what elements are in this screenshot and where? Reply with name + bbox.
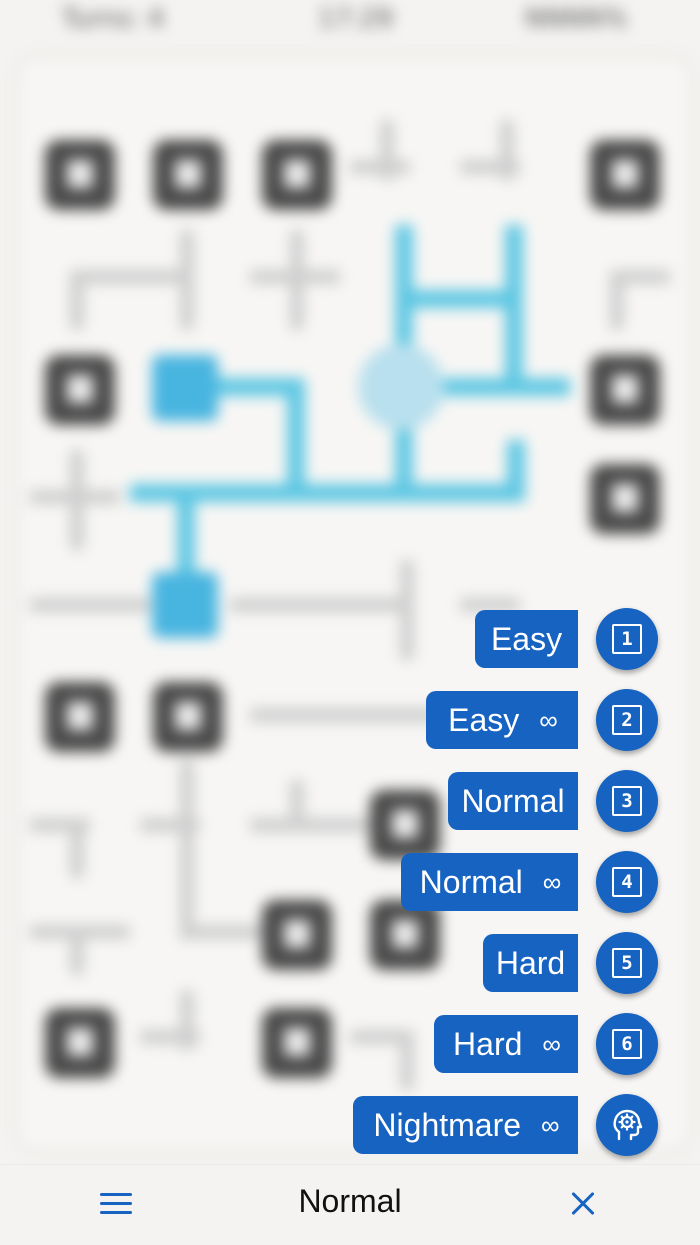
board-tile	[45, 140, 115, 210]
difficulty-label: Easy	[448, 701, 520, 738]
pipe-segment	[250, 708, 450, 722]
head-gear-icon	[613, 1109, 643, 1141]
infinity-icon: ∞	[539, 704, 557, 735]
difficulty-option-normal[interactable]: Normal	[448, 772, 578, 830]
difficulty-option-nightmare-infinite[interactable]: Nightmare ∞	[353, 1096, 578, 1154]
difficulty-option-hard[interactable]: Hard	[483, 934, 578, 992]
game-board-background: Turns: 4 17:29 NNNN%	[0, 0, 700, 1170]
pipe-segment	[180, 230, 194, 330]
difficulty-label: Normal	[461, 782, 565, 819]
pipe-segment	[30, 598, 150, 612]
board-tile	[45, 682, 115, 752]
difficulty-button-2[interactable]: 2	[596, 689, 658, 751]
bottom-bar: Normal	[0, 1164, 700, 1245]
turns-counter: Turns: 4	[62, 4, 165, 34]
infinity-icon: ∞	[542, 1028, 560, 1059]
pipe-segment	[460, 160, 520, 174]
pipe-segment	[70, 450, 84, 550]
board-tile	[153, 682, 223, 752]
pipe-segment	[230, 598, 410, 612]
current-difficulty-title: Normal	[298, 1183, 402, 1219]
difficulty-option-normal-infinite[interactable]: Normal ∞	[401, 853, 578, 911]
difficulty-button-3[interactable]: 3	[596, 770, 658, 832]
pipe-segment	[400, 560, 414, 660]
difficulty-label: Normal	[419, 863, 523, 900]
difficulty-button-6[interactable]: 6	[596, 1013, 658, 1075]
difficulty-label: Nightmare	[373, 1106, 522, 1143]
difficulty-button-5[interactable]: 5	[596, 932, 658, 994]
source-hub	[358, 344, 444, 430]
difficulty-button-1[interactable]: 1	[596, 608, 658, 670]
number-6-icon: 6	[612, 1029, 642, 1059]
difficulty-option-hard-infinite[interactable]: Hard ∞	[434, 1015, 578, 1073]
number-2-icon: 2	[612, 705, 642, 735]
pipe-segment	[350, 160, 410, 174]
pipe-segment	[70, 270, 84, 330]
pipe-active	[507, 440, 525, 502]
score-readout: NNNN%	[525, 4, 628, 34]
number-5-icon: 5	[612, 948, 642, 978]
difficulty-option-easy[interactable]: Easy	[475, 610, 578, 668]
pipe-segment	[70, 270, 190, 284]
connected-node	[152, 572, 218, 638]
board-tile	[262, 1008, 332, 1078]
number-3-icon: 3	[612, 786, 642, 816]
pipe-active	[395, 290, 523, 308]
pipe-segment	[290, 780, 304, 830]
board-tile	[590, 355, 660, 425]
board-tile	[153, 140, 223, 210]
pipe-segment	[290, 230, 304, 330]
clock: 17:29	[318, 4, 393, 34]
pipe-active	[287, 378, 305, 498]
difficulty-button-4[interactable]: 4	[596, 851, 658, 913]
board-tile	[590, 464, 660, 534]
pipe-segment	[610, 270, 624, 330]
board-tile	[45, 355, 115, 425]
difficulty-label: Hard	[453, 1025, 523, 1062]
difficulty-label: Easy	[490, 620, 563, 657]
connected-node	[152, 355, 218, 421]
pipe-segment	[180, 760, 194, 940]
pipe-segment	[180, 990, 194, 1050]
pipe-segment	[400, 1030, 414, 1090]
hamburger-menu-icon[interactable]	[100, 1191, 134, 1217]
board-tile	[262, 140, 332, 210]
difficulty-option-easy-infinite[interactable]: Easy ∞	[426, 691, 578, 749]
status-bar: Turns: 4 17:29 NNNN%	[0, 0, 700, 40]
close-icon[interactable]	[568, 1189, 598, 1219]
difficulty-button-nightmare[interactable]	[596, 1094, 658, 1156]
number-1-icon: 1	[612, 624, 642, 654]
board-tile	[262, 900, 332, 970]
difficulty-label: Hard	[495, 944, 566, 981]
board-tile	[45, 1008, 115, 1078]
pipe-segment	[70, 818, 84, 878]
number-4-icon: 4	[612, 867, 642, 897]
infinity-icon: ∞	[542, 866, 561, 897]
pipe-segment	[70, 925, 84, 975]
pipe-segment	[250, 818, 370, 832]
board-tile	[370, 790, 440, 860]
infinity-icon: ∞	[541, 1109, 559, 1140]
board-tile	[590, 140, 660, 210]
